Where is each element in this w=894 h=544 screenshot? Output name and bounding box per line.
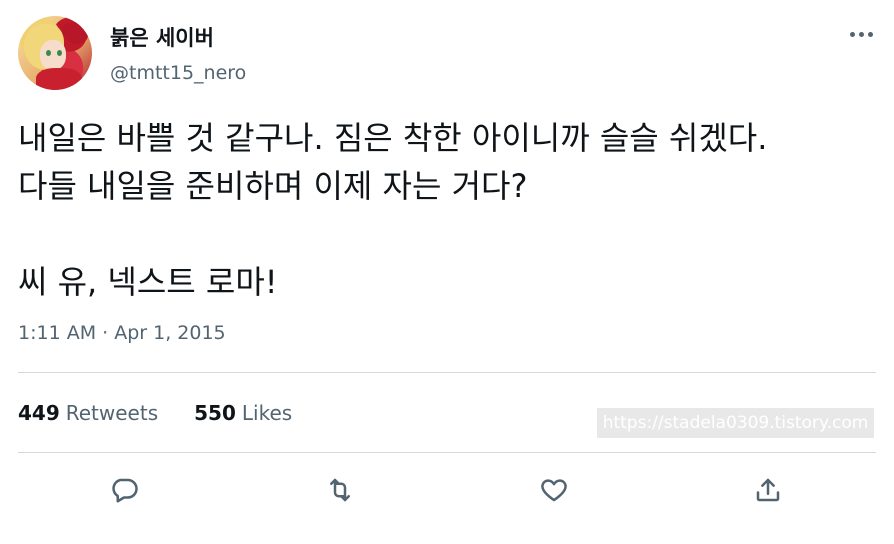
avatar-bow bbox=[62, 22, 88, 44]
user-handle[interactable]: @tmtt15_nero bbox=[110, 61, 246, 85]
tweet-stats: 449 Retweets 550 Likes bbox=[18, 400, 292, 426]
tweet-timestamp[interactable]: 1:11 AM · Apr 1, 2015 bbox=[18, 320, 226, 346]
retweets-stat[interactable]: 449 Retweets bbox=[18, 400, 158, 426]
tweet-actions bbox=[0, 470, 894, 510]
heart-icon bbox=[541, 479, 567, 502]
retweets-label: Retweets bbox=[65, 401, 159, 425]
tweet-text: 내일은 바쁠 것 같구나. 짐은 착한 아이니까 슬슬 쉬겠다. 다들 내일을 … bbox=[18, 114, 878, 306]
tweet-line: 다들 내일을 준비하며 이제 자는 거다? bbox=[18, 167, 528, 205]
retweet-button[interactable] bbox=[322, 472, 358, 508]
watermark: https://stadela0309.tistory.com bbox=[597, 408, 874, 438]
share-button[interactable] bbox=[750, 472, 786, 508]
tweet-line: 씨 유, 넥스트 로마! bbox=[18, 263, 278, 301]
more-dot bbox=[849, 31, 855, 37]
tweet-line-gap bbox=[18, 210, 878, 258]
divider bbox=[18, 452, 876, 453]
likes-label: Likes bbox=[241, 401, 293, 425]
reply-button[interactable] bbox=[106, 472, 142, 508]
display-name[interactable]: 붉은 세이버 bbox=[110, 24, 214, 52]
divider bbox=[18, 372, 876, 373]
like-button[interactable] bbox=[536, 472, 572, 508]
retweet-icon bbox=[330, 478, 350, 502]
tweet-line: 내일은 바쁠 것 같구나. 짐은 착한 아이니까 슬슬 쉬겠다. bbox=[18, 119, 768, 157]
likes-count: 550 bbox=[194, 401, 236, 425]
retweets-count: 449 bbox=[18, 401, 60, 425]
more-options-button[interactable] bbox=[842, 20, 880, 48]
avatar[interactable] bbox=[18, 16, 92, 90]
reply-icon bbox=[112, 478, 138, 503]
share-icon bbox=[756, 478, 780, 502]
more-dot bbox=[867, 31, 873, 37]
likes-stat[interactable]: 550 Likes bbox=[194, 400, 292, 426]
avatar-dress bbox=[36, 68, 82, 90]
avatar-eye bbox=[46, 50, 51, 56]
more-dot bbox=[858, 31, 864, 37]
avatar-face bbox=[40, 40, 66, 70]
avatar-eye bbox=[57, 50, 62, 56]
